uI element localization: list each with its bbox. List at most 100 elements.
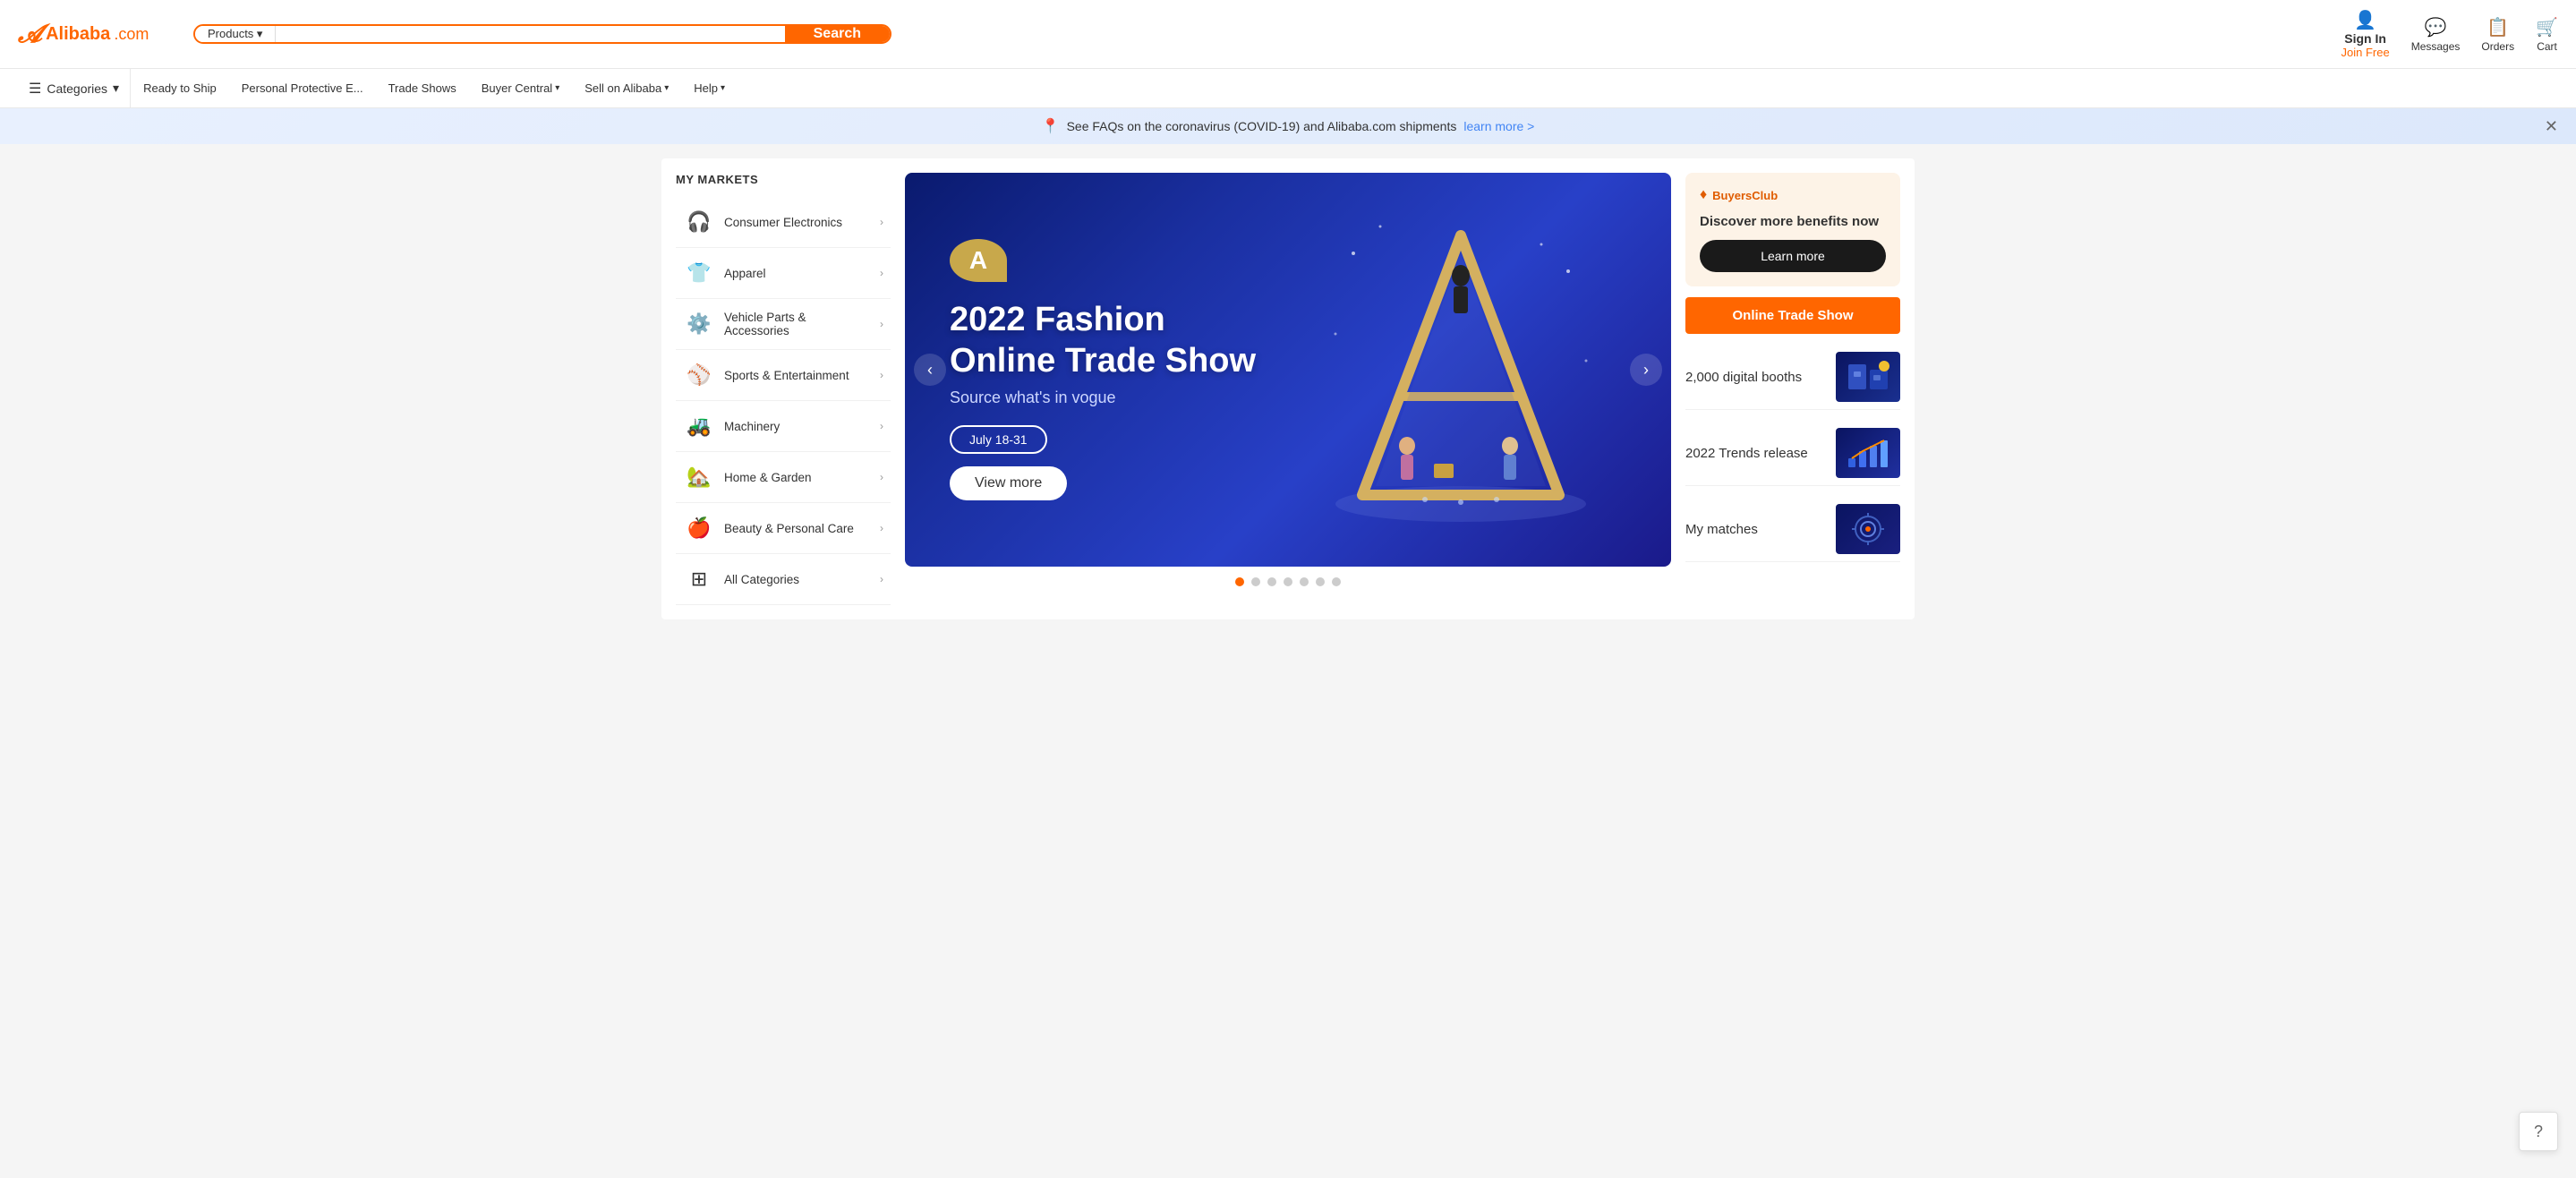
banner-dot-2[interactable] <box>1251 577 1260 586</box>
sidebar-item-apparel[interactable]: 👕 Apparel › <box>676 248 891 299</box>
help-bubble-button[interactable]: ? <box>2519 1112 2558 1151</box>
logo-text: Alibaba <box>46 24 110 45</box>
header-actions: 👤 Sign In Join Free 💬 Messages 📋 Orders … <box>2341 9 2559 59</box>
right-list-item-label: My matches <box>1685 522 1825 537</box>
online-trade-show-button[interactable]: Online Trade Show <box>1685 297 1900 334</box>
banner-dot-1[interactable] <box>1235 577 1244 586</box>
nav-item-label: Buyer Central <box>482 81 552 95</box>
banner-dot-7[interactable] <box>1332 577 1341 586</box>
right-panel: ♦ BuyersClub Discover more benefits now … <box>1685 173 1900 605</box>
categories-nav[interactable]: ☰ Categories ▾ <box>18 69 131 107</box>
nav-item-buyer-central[interactable]: Buyer Central ▾ <box>469 69 573 107</box>
announcement-close-button[interactable]: ✕ <box>2545 117 2558 136</box>
sidebar-item-arrow-icon: › <box>880 420 883 432</box>
user-icon: 👤 <box>2354 9 2376 31</box>
nav-item-ready-to-ship[interactable]: Ready to Ship <box>131 69 229 107</box>
nav-item-label: Trade Shows <box>388 81 456 95</box>
sidebar-item-label: Vehicle Parts & Accessories <box>724 311 871 337</box>
trends-thumbnail <box>1836 428 1900 478</box>
logo-area[interactable]: 𝓐 Alibaba .com <box>18 20 179 49</box>
sidebar-item-label: Machinery <box>724 420 871 433</box>
right-list-item-matches[interactable]: My matches <box>1685 497 1900 562</box>
nav-item-sell[interactable]: Sell on Alibaba ▾ <box>572 69 681 107</box>
sidebar-item-label: Sports & Entertainment <box>724 369 871 382</box>
banner-next-button[interactable]: › <box>1630 354 1662 386</box>
nav-item-help[interactable]: Help ▾ <box>681 69 738 107</box>
announcement-learn-more-link[interactable]: learn more > <box>1463 119 1534 133</box>
sell-arrow-icon: ▾ <box>664 83 669 93</box>
search-area: Products ▾ Search <box>193 24 891 44</box>
header: 𝓐 Alibaba .com Products ▾ Search 👤 Sign … <box>0 0 2576 69</box>
help-icon: ? <box>2534 1123 2543 1141</box>
banner-visual <box>1250 173 1671 567</box>
cart-label: Cart <box>2537 40 2557 53</box>
matches-thumbnail <box>1836 504 1900 554</box>
search-button[interactable]: Search <box>785 26 890 42</box>
banner-dot-4[interactable] <box>1284 577 1292 586</box>
sidebar-item-arrow-icon: › <box>880 522 883 534</box>
sign-in-area[interactable]: 👤 Sign In Join Free <box>2341 9 2390 59</box>
buyers-club-name: BuyersClub <box>1712 189 1778 202</box>
cart-action[interactable]: 🛒 Cart <box>2536 16 2558 53</box>
machinery-icon: 🚜 <box>683 410 715 442</box>
search-products-dropdown[interactable]: Products ▾ <box>195 26 276 42</box>
banner-subtitle: Source what's in vogue <box>950 388 1256 407</box>
banner-logo-box: A <box>950 239 1007 282</box>
sidebar-item-label: Home & Garden <box>724 471 871 484</box>
messages-icon: 💬 <box>2425 16 2447 38</box>
cart-icon: 🛒 <box>2536 16 2558 38</box>
consumer-electronics-icon: 🎧 <box>683 206 715 238</box>
orders-icon: 📋 <box>2486 16 2509 38</box>
banner-dot-5[interactable] <box>1300 577 1309 586</box>
navbar: ☰ Categories ▾ Ready to Ship Personal Pr… <box>0 69 2576 108</box>
nav-item-label: Personal Protective E... <box>242 81 363 95</box>
logo-dotcom: .com <box>114 25 149 44</box>
sidebar-item-label: All Categories <box>724 573 871 586</box>
beauty-icon: 🍎 <box>683 512 715 544</box>
announcement-text: See FAQs on the coronavirus (COVID-19) a… <box>1067 119 1457 133</box>
right-list-item-label: 2,000 digital booths <box>1685 370 1825 385</box>
buyers-club-header: ♦ BuyersClub <box>1700 187 1886 203</box>
banner-view-more-button[interactable]: View more <box>950 466 1067 500</box>
apparel-icon: 👕 <box>683 257 715 289</box>
right-list-item-digital-booths[interactable]: 2,000 digital booths <box>1685 345 1900 410</box>
alibaba-flame-icon: 𝓐 <box>18 20 42 49</box>
banner-content: A 2022 Fashion Online Trade Show Source … <box>905 203 1301 536</box>
search-input[interactable] <box>276 26 784 42</box>
buyers-club-diamond-icon: ♦ <box>1700 187 1707 203</box>
sidebar-item-consumer-electronics[interactable]: 🎧 Consumer Electronics › <box>676 197 891 248</box>
nav-item-label: Sell on Alibaba <box>584 81 661 95</box>
banner-prev-button[interactable]: ‹ <box>914 354 946 386</box>
sidebar-item-all-categories[interactable]: ⊞ All Categories › <box>676 554 891 605</box>
right-list-item-label: 2022 Trends release <box>1685 446 1825 461</box>
sidebar-item-home-garden[interactable]: 🏡 Home & Garden › <box>676 452 891 503</box>
sidebar-item-vehicle-parts[interactable]: ⚙️ Vehicle Parts & Accessories › <box>676 299 891 350</box>
right-list-item-trends[interactable]: 2022 Trends release <box>1685 421 1900 486</box>
orders-action[interactable]: 📋 Orders <box>2481 16 2514 53</box>
sidebar-item-arrow-icon: › <box>880 216 883 228</box>
announcement-bar: 📍 See FAQs on the coronavirus (COVID-19)… <box>0 108 2576 144</box>
all-categories-icon: ⊞ <box>683 563 715 595</box>
banner-date: July 18-31 <box>950 425 1047 454</box>
sidebar-item-machinery[interactable]: 🚜 Machinery › <box>676 401 891 452</box>
announcement-link-text: learn more > <box>1463 119 1534 133</box>
covid-info-icon: 📍 <box>1042 117 1060 135</box>
buyers-club-learn-more-button[interactable]: Learn more <box>1700 240 1886 272</box>
main-content: MY MARKETS 🎧 Consumer Electronics › 👕 Ap… <box>644 144 1932 634</box>
messages-action[interactable]: 💬 Messages <box>2411 16 2461 53</box>
sidebar-item-beauty[interactable]: 🍎 Beauty & Personal Care › <box>676 503 891 554</box>
banner-title-line1: 2022 Fashion <box>950 300 1256 341</box>
sidebar-item-label: Apparel <box>724 267 871 280</box>
banner-dot-3[interactable] <box>1267 577 1276 586</box>
nav-item-trade-shows[interactable]: Trade Shows <box>376 69 469 107</box>
nav-item-ppe[interactable]: Personal Protective E... <box>229 69 376 107</box>
sidebar: MY MARKETS 🎧 Consumer Electronics › 👕 Ap… <box>676 173 891 605</box>
messages-label: Messages <box>2411 40 2461 53</box>
vehicle-parts-icon: ⚙️ <box>683 308 715 340</box>
content-wrapper: MY MARKETS 🎧 Consumer Electronics › 👕 Ap… <box>661 158 1915 619</box>
sidebar-item-sports[interactable]: ⚾ Sports & Entertainment › <box>676 350 891 401</box>
banner-container: ‹ A 2022 Fashion Online Trade Show Sourc… <box>905 173 1671 567</box>
banner-dot-6[interactable] <box>1316 577 1325 586</box>
help-arrow-icon: ▾ <box>721 83 725 93</box>
categories-label: Categories <box>47 81 107 96</box>
